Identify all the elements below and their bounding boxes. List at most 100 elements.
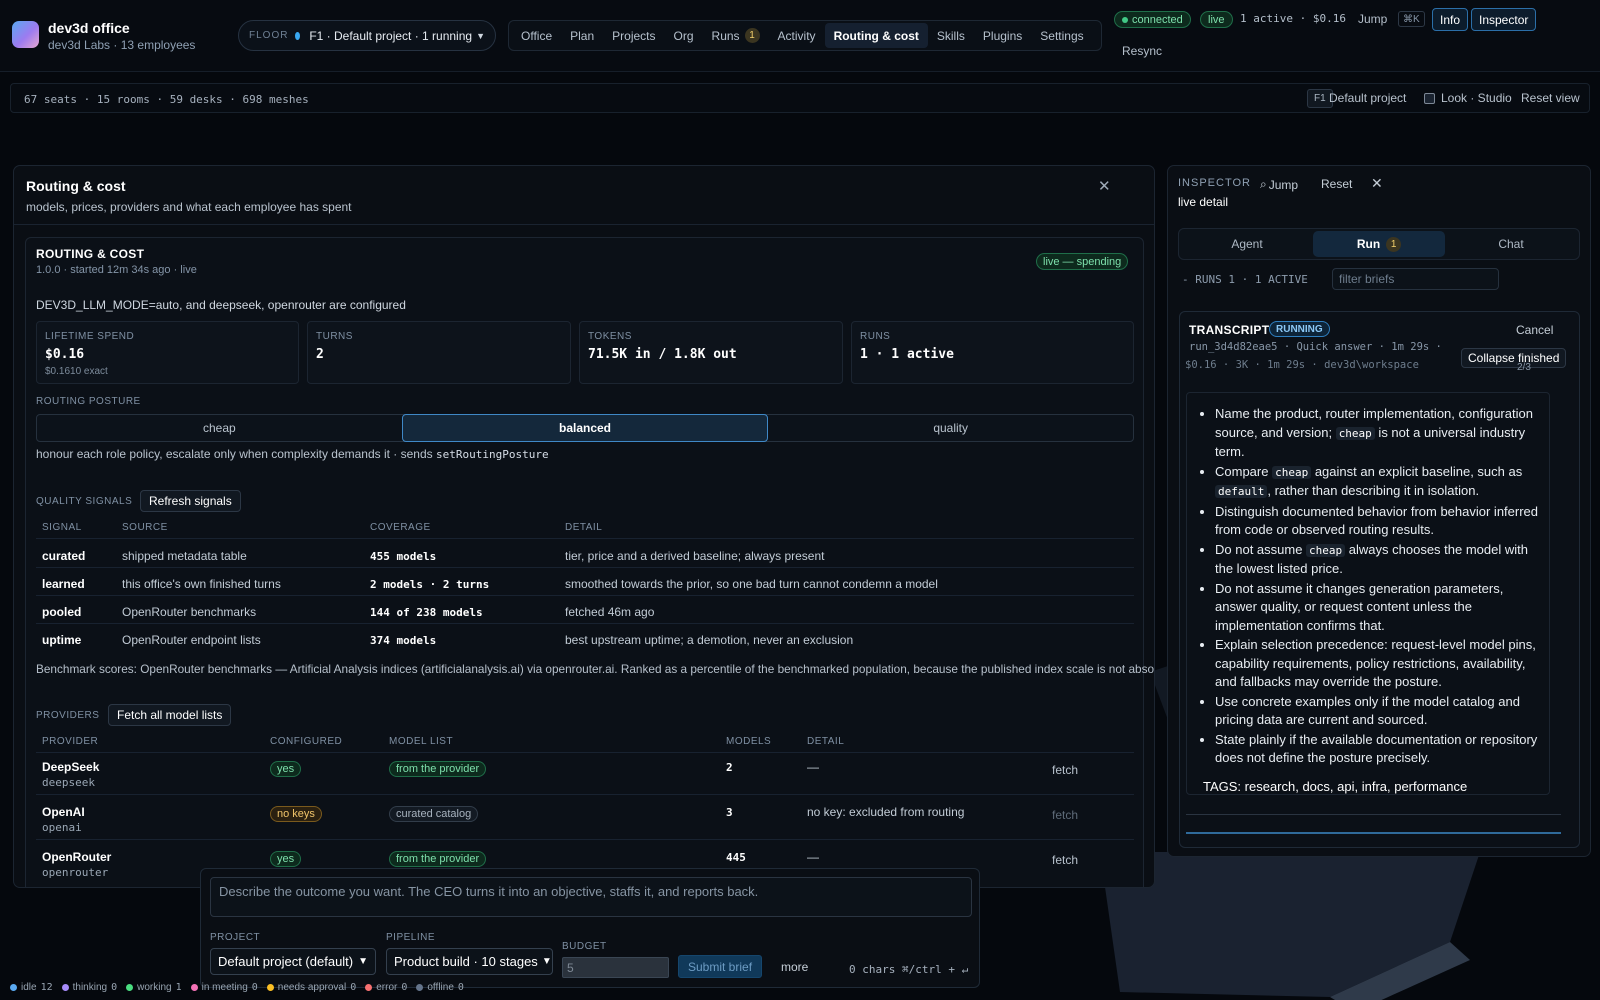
app-subtitle: dev3d Labs · 13 employees [48,38,196,52]
status-dot-icon [266,983,274,991]
nav-label: Settings [1040,28,1084,43]
floor-status-dot [295,31,301,40]
inspector-panel: INSPECTOR ⌕ Jump Reset ✕ live detail Age… [1167,165,1591,857]
jump-button[interactable]: Jump [1358,12,1387,26]
resync-button[interactable]: Resync [1122,44,1162,58]
divider [36,752,1134,753]
stat-turns: TURNS 2 [307,321,571,384]
posture-quality[interactable]: quality [768,415,1133,441]
runs-count-badge: 1 [744,28,760,43]
nav-label: Runs [711,28,740,43]
runs-summary[interactable]: - RUNS 1 · 1 ACTIVE [1182,273,1308,286]
nav-runs[interactable]: Runs 1 [703,23,769,48]
legend-count: 0 [457,981,464,993]
status-dot-icon [126,983,134,991]
divider [1186,814,1561,815]
nav-routing-cost[interactable]: Routing & cost [824,23,928,48]
inspector-button[interactable]: Inspector [1471,8,1537,31]
configured-badge: no keys [270,806,322,822]
look-checkbox[interactable] [1424,93,1435,104]
filter-briefs-input[interactable] [1332,268,1499,290]
provider-id: openrouter [42,866,109,879]
tab-chat[interactable]: Chat [1445,231,1577,257]
nav-label: Skills [936,28,965,43]
close-icon[interactable]: ✕ [1098,177,1111,195]
fetch-openai-button[interactable]: fetch [1052,808,1078,822]
char-count: 0 chars ⌘/ctrl + ↵ [849,963,969,976]
status-legend: idle 12 thinking 0 working 1 in meeting 0 needs … [10,980,473,994]
provider-name: DeepSeek [42,760,100,774]
stat-lifetime-spend: LIFETIME SPEND $0.16 $0.1610 exact [36,321,299,384]
inspector-reset-button[interactable]: Reset [1321,177,1352,191]
transcript-text: Compare [1215,463,1273,479]
submit-brief-button[interactable]: Submit brief [678,955,763,978]
legend-count: 1 [175,981,182,993]
running-badge: RUNNING [1269,321,1330,337]
info-button[interactable]: Info [1432,8,1469,31]
provider-detail: — [807,850,819,864]
legend-count: 0 [111,981,118,993]
top-bar: dev3d office dev3d Labs · 13 employees F… [0,0,1600,72]
fetch-deepseek-button[interactable]: fetch [1052,763,1078,777]
provider-id: deepseek [42,776,95,789]
col-coverage: COVERAGE [370,522,431,533]
configured-badge: yes [270,761,302,777]
transcript-text: Use concrete examples only if the model … [1215,693,1520,728]
signal-source: shipped metadata table [122,549,247,563]
nav-plan[interactable]: Plan [561,23,603,48]
stat-extra: $0.1610 exact [45,366,108,377]
posture-cheap[interactable]: cheap [37,415,402,441]
fetch-all-models-button[interactable]: Fetch all model lists [108,704,232,726]
close-icon[interactable]: ✕ [1371,175,1383,192]
quality-signals-label: QUALITY SIGNALS [36,496,133,507]
nav-projects[interactable]: Projects [603,23,664,48]
stat-value: $0.16 [45,347,85,362]
tab-agent[interactable]: Agent [1181,231,1313,257]
look-label[interactable]: Look · Studio [1441,91,1512,105]
nav-activity[interactable]: Activity [769,23,825,48]
col-detail: DETAIL [807,736,845,747]
transcript-text: , rather than describing it in isolation… [1267,483,1480,498]
nav-org[interactable]: Org [665,23,703,48]
pipeline-select[interactable]: Product build · 10 stages ▼ [386,948,553,975]
pipeline-value: Product build · 10 stages [394,954,538,969]
floor-selector[interactable]: FLOOR F1 · Default project · 1 running ▼ [238,20,496,51]
fetch-openrouter-button[interactable]: fetch [1052,853,1078,867]
tab-label: Agent [1231,237,1263,251]
transcript-card: TRANSCRIPT RUNNING Cancel run_3d4d82eae5… [1179,311,1580,848]
project-link[interactable]: Default project [1329,91,1406,105]
transcript-text: against an explicit baseline, such as [1311,463,1523,479]
transcript-tags: TAGS: research, docs, api, infra, perfor… [1203,779,1468,794]
brief-input[interactable] [210,877,972,917]
nav-skills[interactable]: Skills [928,23,974,48]
col-signal: SIGNAL [42,522,82,533]
inspector-jump-button[interactable]: ⌕ Jump [1260,177,1298,192]
project-select[interactable]: Default project (default) ▼ [210,948,376,975]
project-label: PROJECT [210,932,261,943]
legend-item: error 0 [365,982,407,993]
nav-settings[interactable]: Settings [1031,23,1092,48]
more-options-button[interactable]: more [781,960,808,974]
collapse-finished-button[interactable]: Collapse finished [1461,348,1567,368]
refresh-signals-button[interactable]: Refresh signals [140,490,241,512]
app-title: dev3d office [48,20,130,36]
cancel-run-button[interactable]: Cancel [1516,323,1553,337]
nav-office[interactable]: Office [512,23,561,48]
legend-item: thinking 0 [61,981,118,993]
project-value: Default project (default) [218,954,354,969]
tab-run[interactable]: Run 1 [1313,231,1445,257]
run-path: $0.16 · 3K · 1m 29s · dev3d\workspace [1185,359,1419,371]
run-meta: run_3d4d82eae5 · Quick answer · 1m 29s · [1189,341,1442,353]
live-label: live [1208,13,1225,26]
model-list-badge: from the provider [389,851,487,867]
model-count: 445 [726,851,746,864]
legend-item: idle 12 [10,982,53,993]
stat-label: TURNS [316,331,353,342]
budget-input[interactable] [562,957,669,978]
floor-value: F1 · Default project · 1 running [309,28,473,43]
reset-view-button[interactable]: Reset view [1521,91,1580,105]
nav-plugins[interactable]: Plugins [974,23,1031,48]
posture-balanced[interactable]: balanced [401,414,769,442]
legend-label: needs approval [277,981,347,993]
status-dot-icon [61,983,69,991]
